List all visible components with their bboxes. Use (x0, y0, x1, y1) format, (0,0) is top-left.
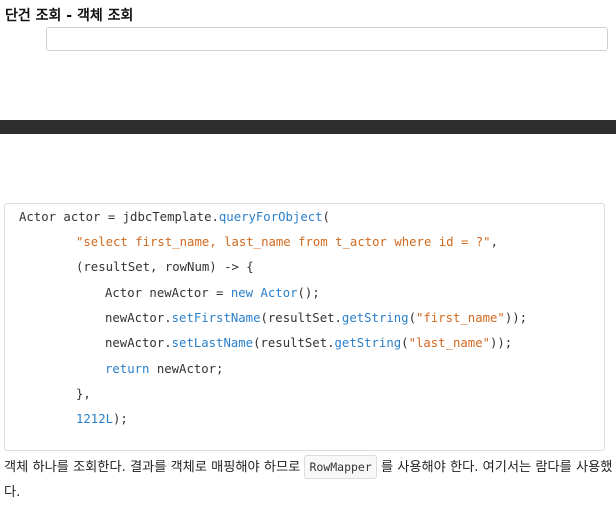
code-keyword: return (105, 362, 150, 376)
code-number: 1212L (76, 412, 114, 426)
code-text: )); (490, 336, 513, 350)
code-text: newActor. (105, 336, 172, 350)
code-line-4: Actor newActor = new Actor(); (105, 283, 320, 303)
inline-code-rowmapper: RowMapper (304, 455, 377, 479)
code-text: ( (401, 336, 409, 350)
code-text: newActor; (149, 362, 224, 376)
code-line-3: (resultSet, rowNum) -> { (76, 257, 254, 277)
code-text: (resultSet. (260, 311, 342, 325)
code-method: getString (334, 336, 402, 350)
code-class: Actor (260, 286, 298, 300)
code-string: "first_name" (415, 311, 505, 325)
code-string: "select first_name, last_name from t_act… (76, 235, 491, 249)
code-text: (resultSet, rowNum) -> { (76, 260, 254, 274)
code-line-1: Actor actor = jdbcTemplate.queryForObjec… (19, 207, 330, 227)
empty-content-box (46, 27, 608, 51)
code-keyword: new (230, 286, 254, 300)
code-text: ); (113, 412, 128, 426)
code-line-7: return newActor; (105, 359, 223, 379)
code-line-8: }, (76, 384, 91, 404)
code-text: ( (322, 210, 330, 224)
code-line-9: 1212L); (76, 409, 128, 429)
divider-bar (0, 120, 616, 134)
code-text: )); (504, 311, 528, 325)
code-string: "last_name" (408, 336, 490, 350)
code-text: , (490, 235, 498, 249)
code-text: (); (297, 286, 320, 300)
code-method: queryForObject (218, 210, 323, 224)
code-text: }, (76, 387, 91, 401)
description-paragraph: 객체 하나를 조회한다. 결과를 객체로 매핑해야 하므로 RowMapper … (4, 455, 614, 505)
code-text: Actor newActor = (105, 286, 231, 300)
code-method: setLastName (171, 336, 254, 350)
code-line-2: "select first_name, last_name from t_act… (76, 232, 498, 252)
code-text: ( (408, 311, 416, 325)
description-text: 객체 하나를 조회한다. 결과를 객체로 매핑해야 하므로 (4, 460, 305, 475)
code-text: Actor actor = jdbcTemplate. (19, 210, 219, 224)
code-block: Actor actor = jdbcTemplate.queryForObjec… (4, 203, 605, 451)
code-method: setFirstName (171, 311, 261, 325)
code-text: (resultSet. (253, 336, 335, 350)
code-text: newActor. (105, 311, 172, 325)
code-method: getString (341, 311, 409, 325)
code-line-6: newActor.setLastName(resultSet.getString… (105, 333, 512, 353)
code-line-5: newActor.setFirstName(resultSet.getStrin… (105, 308, 527, 328)
section-heading: 단건 조회 - 객체 조회 (5, 8, 134, 24)
